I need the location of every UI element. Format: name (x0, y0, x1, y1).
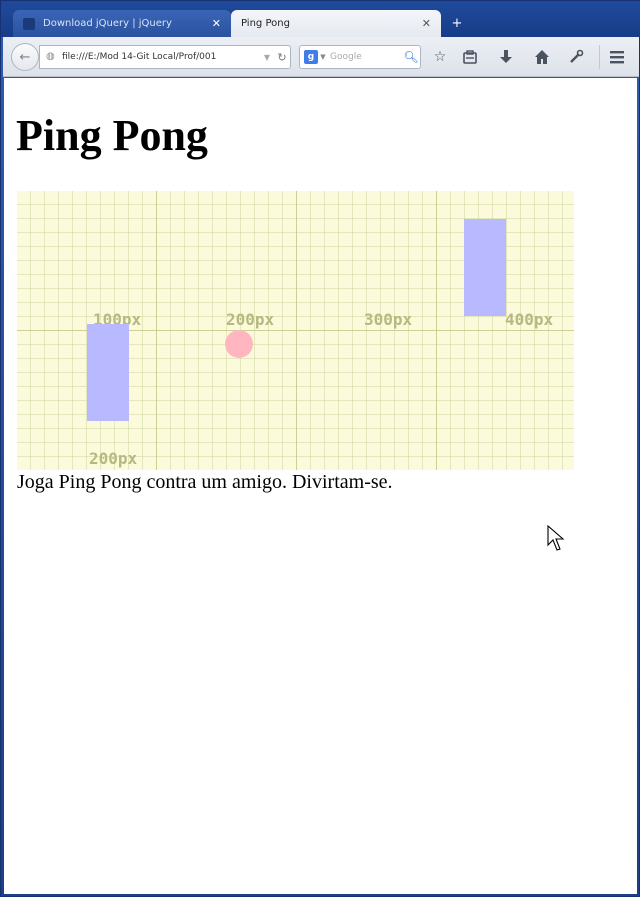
grid-label-x200: 200px (226, 310, 275, 329)
url-text[interactable]: file:///E:/Mod 14-Git Local/Prof/001 (62, 52, 260, 62)
reload-icon[interactable]: ↻ (274, 51, 290, 64)
toolbar-separator (599, 45, 600, 69)
clipboard-icon[interactable] (459, 46, 481, 68)
grid-label-y200: 200px (89, 449, 138, 468)
url-bar[interactable]: ◍ file:///E:/Mod 14-Git Local/Prof/001 ▼… (39, 45, 291, 69)
new-tab-button[interactable]: + (447, 13, 467, 33)
left-paddle (87, 324, 129, 421)
ping-pong-court[interactable]: 100px 200px 300px 400px 200px (17, 191, 574, 470)
engine-dropdown-icon[interactable]: ▼ (318, 53, 328, 61)
globe-icon: ◍ (46, 51, 55, 62)
page-title: Ping Pong (16, 111, 208, 160)
tab-close-icon[interactable]: ✕ (422, 17, 431, 30)
search-engine-icon[interactable]: g (304, 50, 318, 64)
grid-label-x400: 400px (505, 310, 554, 329)
home-icon[interactable] (531, 46, 553, 68)
mouse-cursor-icon (547, 525, 565, 551)
back-button[interactable]: ← (11, 43, 39, 71)
tab-title: Ping Pong (241, 18, 290, 29)
ball (225, 330, 253, 358)
right-paddle (464, 219, 506, 316)
url-dropdown-icon[interactable]: ▼ (260, 53, 274, 62)
game-description: Joga Ping Pong contra um amigo. Divirtam… (17, 471, 393, 493)
search-bar[interactable]: g ▼ Google 🔍︎ (299, 45, 421, 69)
tab-close-icon[interactable]: ✕ (212, 17, 221, 30)
grid-label-x300: 300px (364, 310, 413, 329)
tools-icon[interactable] (565, 46, 587, 68)
search-placeholder[interactable]: Google (328, 52, 402, 62)
tab-jquery-download[interactable]: Download jQuery | jQuery ✕ (13, 10, 231, 37)
tab-ping-pong[interactable]: Ping Pong ✕ (231, 10, 441, 37)
download-icon[interactable] (495, 46, 517, 68)
jquery-favicon-icon (23, 17, 35, 30)
browser-window: Download jQuery | jQuery ✕ Ping Pong ✕ +… (0, 0, 640, 897)
search-icon[interactable]: 🔍︎ (402, 50, 420, 64)
page-content: Ping Pong 100px 200px 300px 400px 200px … (4, 78, 637, 894)
tab-bar: Download jQuery | jQuery ✕ Ping Pong ✕ + (1, 1, 640, 37)
navigation-toolbar: ← ◍ file:///E:/Mod 14-Git Local/Prof/001… (3, 37, 639, 77)
menu-icon[interactable] (606, 46, 628, 68)
star-icon[interactable]: ☆ (429, 46, 451, 68)
tab-title: Download jQuery | jQuery (43, 18, 172, 29)
